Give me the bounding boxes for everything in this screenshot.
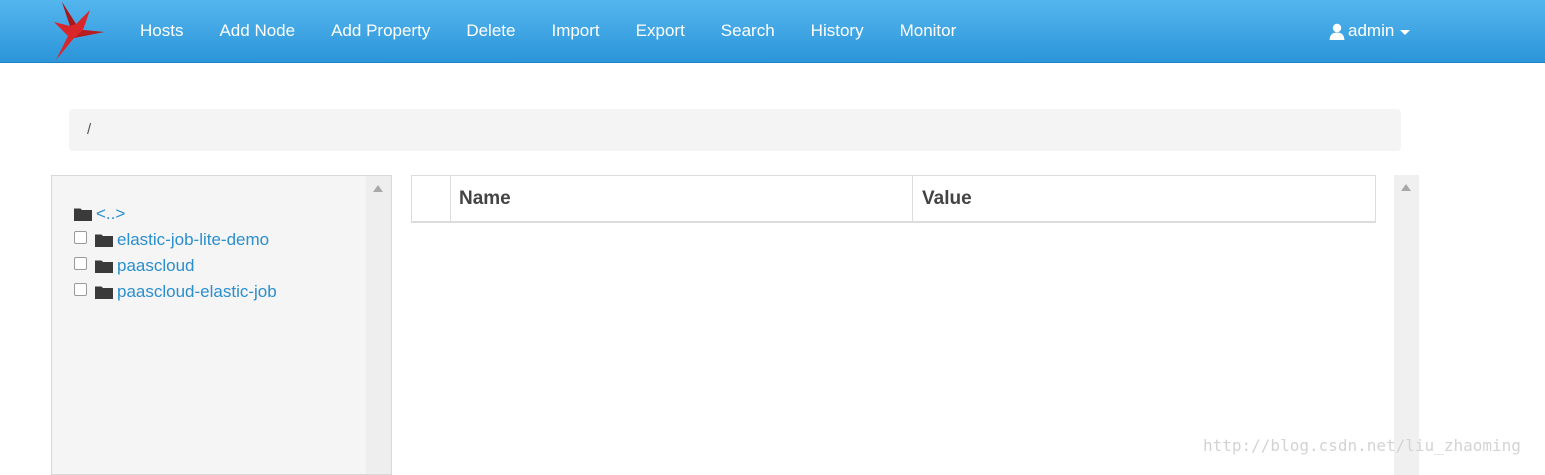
user-icon xyxy=(1329,23,1345,40)
tree-item-checkbox[interactable] xyxy=(74,230,87,244)
folder-icon xyxy=(95,286,113,299)
folder-icon xyxy=(95,260,113,273)
watermark: http://blog.csdn.net/liu_zhaoming xyxy=(1203,436,1521,455)
nav-export[interactable]: Export xyxy=(618,21,703,41)
tree-item: elastic-job-lite-demo xyxy=(74,227,277,253)
scroll-up-arrow-icon[interactable] xyxy=(373,185,383,192)
node-tree-panel: <..> elastic-job-lite-demo paascloud paa… xyxy=(51,175,392,475)
top-navbar: Hosts Add Node Add Property Delete Impor… xyxy=(0,0,1545,63)
tree-parent-item[interactable]: <..> xyxy=(74,201,277,227)
tree-item: paascloud xyxy=(74,253,277,279)
tree-item-checkbox[interactable] xyxy=(74,282,87,296)
folder-icon xyxy=(95,234,113,247)
nav-import[interactable]: Import xyxy=(533,21,617,41)
tree-item-checkbox[interactable] xyxy=(74,256,87,270)
property-table: Name Value xyxy=(411,175,1376,223)
breadcrumb-path: / xyxy=(87,121,92,138)
breadcrumb: / xyxy=(69,109,1401,151)
tree-item-link[interactable]: elastic-job-lite-demo xyxy=(117,230,269,250)
user-name: admin xyxy=(1348,21,1395,40)
folder-icon xyxy=(74,208,92,221)
column-header-value[interactable]: Value xyxy=(913,176,1375,222)
bird-logo-icon xyxy=(54,2,104,60)
tree-item: paascloud-elastic-job xyxy=(74,279,277,305)
tree-parent-link[interactable]: <..> xyxy=(96,204,125,224)
scroll-up-arrow-icon[interactable] xyxy=(1401,184,1411,191)
nav-add-property[interactable]: Add Property xyxy=(313,21,448,41)
main-nav: Hosts Add Node Add Property Delete Impor… xyxy=(122,0,974,62)
chevron-down-icon xyxy=(1400,29,1411,35)
nav-search[interactable]: Search xyxy=(703,21,793,41)
main-scrollbar[interactable] xyxy=(1394,175,1419,475)
nav-monitor[interactable]: Monitor xyxy=(882,21,975,41)
nav-hosts[interactable]: Hosts xyxy=(122,21,201,41)
node-tree: <..> elastic-job-lite-demo paascloud paa… xyxy=(74,201,277,305)
brand-logo[interactable] xyxy=(50,0,110,62)
nav-add-node[interactable]: Add Node xyxy=(201,21,313,41)
column-header-name[interactable]: Name xyxy=(450,176,913,222)
user-menu-dropdown[interactable]: admin xyxy=(1329,0,1411,62)
nav-history[interactable]: History xyxy=(793,21,882,41)
tree-scrollbar[interactable] xyxy=(366,176,391,474)
tree-item-link[interactable]: paascloud xyxy=(117,256,195,276)
nav-delete[interactable]: Delete xyxy=(448,21,533,41)
tree-item-link[interactable]: paascloud-elastic-job xyxy=(117,282,277,302)
select-column-header xyxy=(412,176,451,222)
